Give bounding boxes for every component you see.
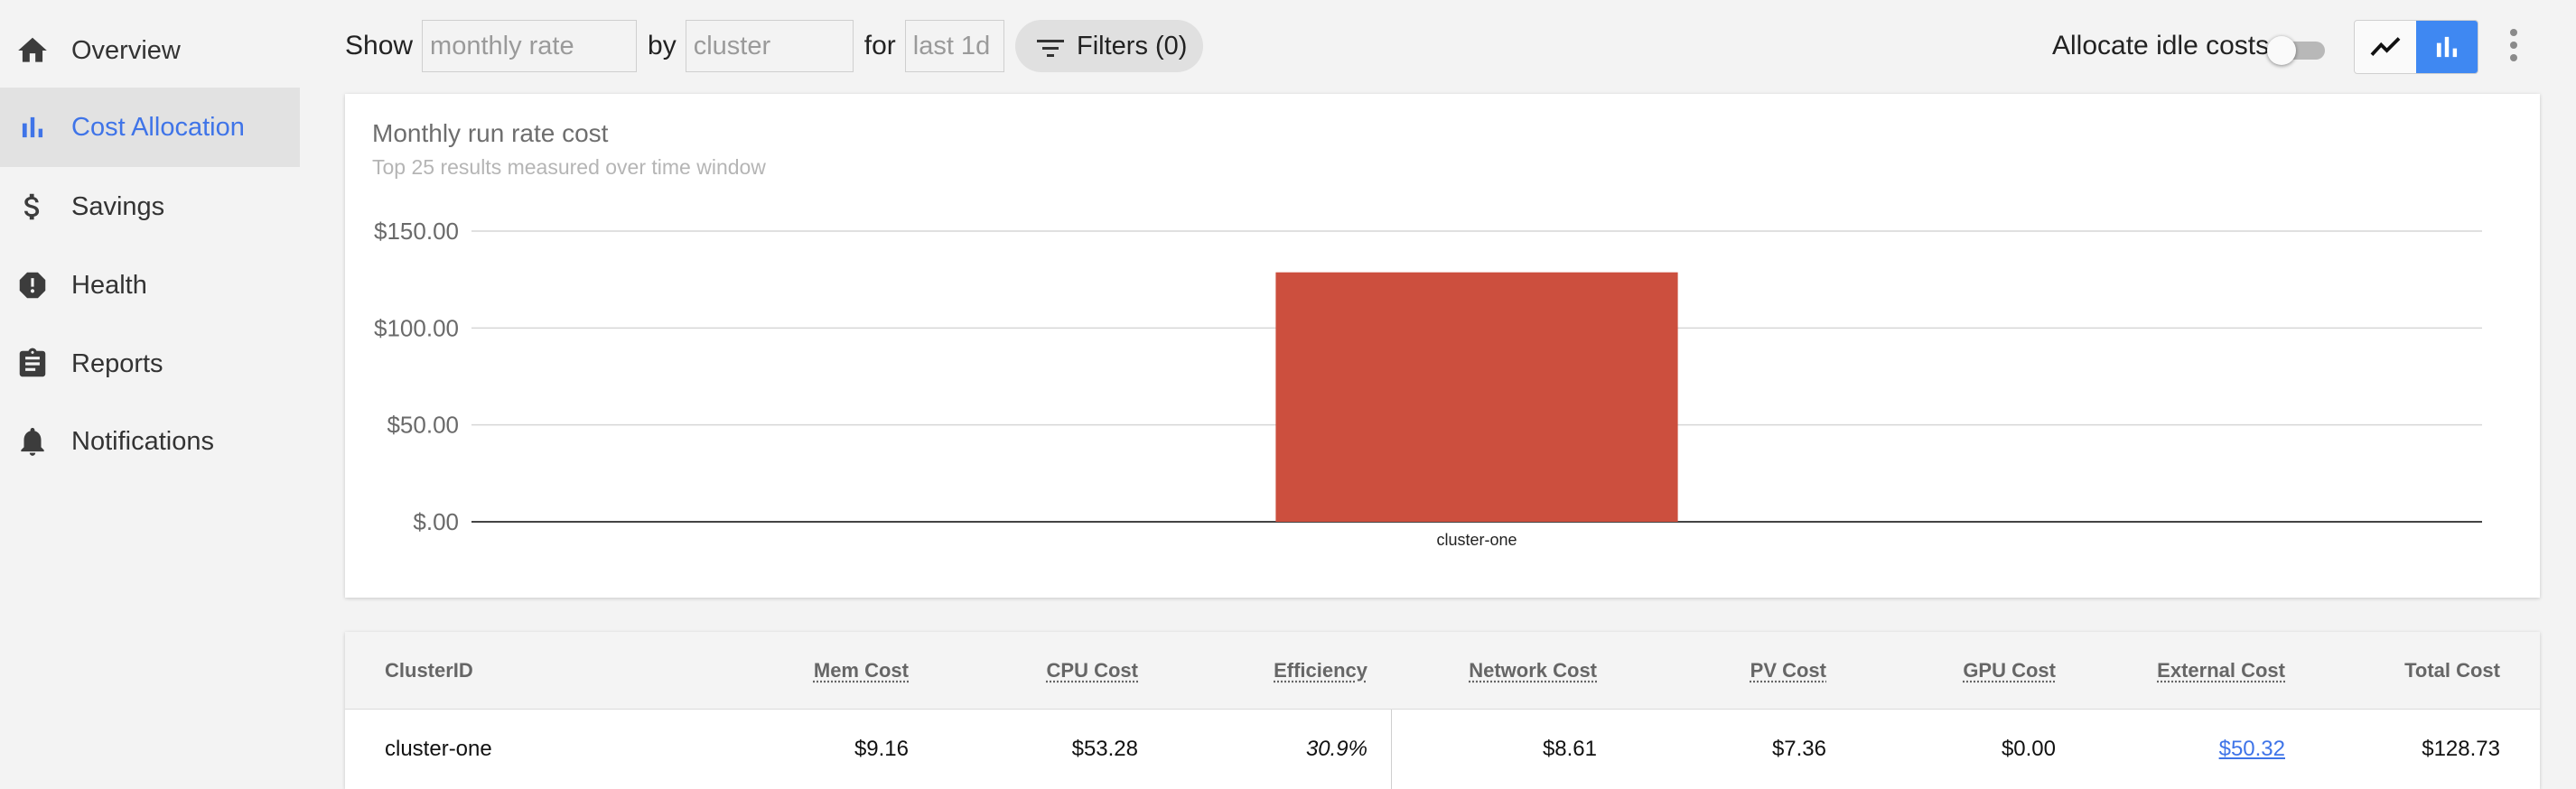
chart-view-toggle: [2354, 20, 2478, 74]
column-header-total-cost[interactable]: Total Cost: [2404, 632, 2500, 710]
y-tick-label: $150.00: [374, 218, 459, 245]
cell-pv-cost: $7.36: [1771, 737, 1826, 761]
sidebar-item-notifications[interactable]: Notifications: [0, 402, 300, 481]
column-header-clusterid[interactable]: ClusterID: [385, 632, 473, 710]
cell-cluster-id: cluster-one: [385, 737, 492, 761]
bar-chart-icon: [14, 109, 51, 145]
sidebar-item-overview[interactable]: Overview: [0, 11, 300, 90]
column-header-gpu-cost[interactable]: GPU Cost: [1963, 632, 2056, 710]
column-header-mem-cost[interactable]: Mem Cost: [814, 632, 909, 710]
column-header-efficiency[interactable]: Efficiency: [1274, 632, 1367, 710]
show-label: Show: [345, 31, 414, 60]
sidebar-item-label: Reports: [71, 348, 163, 378]
column-header-network-cost[interactable]: Network Cost: [1469, 632, 1597, 710]
y-tick-label: $50.00: [387, 412, 459, 439]
dollar-icon: [14, 189, 51, 225]
sidebar-item-label: Cost Allocation: [71, 112, 245, 142]
external-cost-link[interactable]: $50.32: [2219, 737, 2285, 762]
more-vert-icon: [2510, 29, 2517, 36]
clipboard-icon: [14, 346, 51, 382]
filter-icon: [1037, 36, 1064, 57]
sidebar-item-label: Savings: [71, 191, 165, 221]
cell-external-cost: $50.32: [2219, 710, 2285, 789]
line-chart-button[interactable]: [2355, 21, 2416, 73]
chart-card: Monthly run rate cost Top 25 results mea…: [345, 94, 2540, 598]
bar-cluster-one[interactable]: [1275, 272, 1678, 522]
column-header-external-cost[interactable]: External Cost: [2157, 632, 2285, 710]
cell-mem-cost: $9.16: [854, 737, 909, 761]
sidebar-item-reports[interactable]: Reports: [0, 324, 300, 404]
column-header-pv-cost[interactable]: PV Cost: [1750, 632, 1826, 710]
bar-chart-icon: [2436, 36, 2458, 58]
sidebar-item-label: Overview: [71, 35, 181, 65]
filters-label: Filters (0): [1077, 31, 1188, 60]
metric-select[interactable]: monthly rate: [422, 20, 638, 72]
alert-icon: [14, 267, 51, 303]
sidebar-item-label: Notifications: [71, 426, 214, 456]
cost-bar-chart: $.00 $50.00 $100.00 $150.00 cluster-one: [374, 218, 2482, 549]
toggle-knob: [2267, 36, 2296, 65]
cost-table: ClusterID Mem Cost CPU Cost Efficiency N…: [345, 632, 2540, 789]
bar-chart-button[interactable]: [2416, 21, 2478, 73]
sidebar: Overview Cost Allocation Savings Health …: [0, 0, 300, 789]
home-icon: [14, 32, 51, 69]
more-options-button[interactable]: [2500, 23, 2527, 67]
y-tick-label: $.00: [413, 508, 459, 535]
sidebar-item-label: Health: [71, 270, 147, 300]
cell-gpu-cost: $0.00: [2001, 737, 2056, 761]
filters-button[interactable]: Filters (0): [1015, 20, 1203, 72]
idle-costs-toggle[interactable]: [2267, 36, 2327, 65]
table-row[interactable]: cluster-one $9.16 $53.28 30.9% $8.61 $7.…: [345, 710, 2540, 789]
column-divider: [1391, 710, 1392, 789]
for-label: for: [863, 31, 896, 60]
aggregate-select[interactable]: cluster: [685, 20, 854, 72]
cell-total-cost: $128.73: [2422, 737, 2500, 761]
cell-efficiency: 30.9%: [1305, 737, 1367, 761]
y-tick-label: $100.00: [374, 314, 459, 341]
line-chart-icon: [2370, 37, 2401, 57]
table-header: ClusterID Mem Cost CPU Cost Efficiency N…: [345, 632, 2540, 710]
cell-cpu-cost: $53.28: [1071, 737, 1138, 761]
idle-costs-label: Allocate idle costs: [2052, 31, 2270, 60]
by-label: by: [648, 31, 677, 60]
column-header-cpu-cost[interactable]: CPU Cost: [1047, 632, 1138, 710]
report-controls: Show monthly rate by cluster for last 1d: [345, 18, 1015, 74]
sidebar-item-savings[interactable]: Savings: [0, 167, 300, 246]
x-tick-label: cluster-one: [1436, 531, 1517, 549]
sidebar-item-health[interactable]: Health: [0, 246, 300, 325]
bell-icon: [14, 423, 51, 459]
window-select[interactable]: last 1d: [904, 20, 1004, 72]
sidebar-item-cost-allocation[interactable]: Cost Allocation: [0, 88, 300, 167]
cell-network-cost: $8.61: [1542, 737, 1597, 761]
